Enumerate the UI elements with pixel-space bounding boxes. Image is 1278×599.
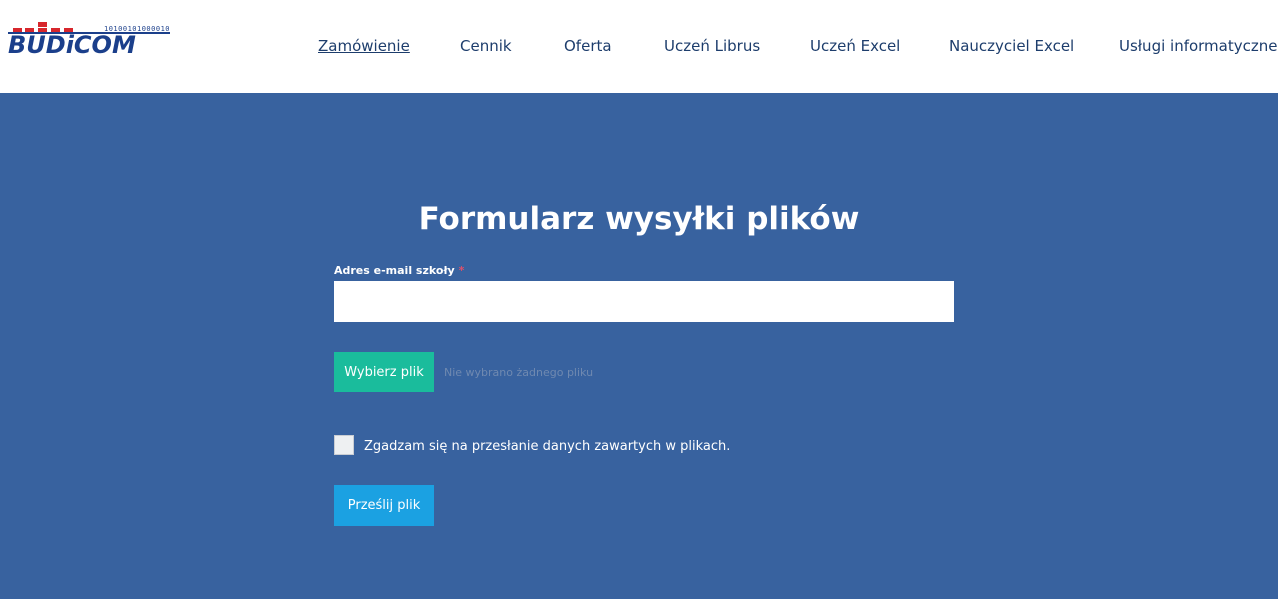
nav-item-uslugi-informatyczne[interactable]: Usługi informatyczne	[1119, 36, 1277, 56]
submit-file-button[interactable]: Prześlij plik	[334, 485, 434, 526]
logo-red-block	[38, 22, 47, 27]
consent-label[interactable]: Zgadzam się na przesłanie danych zawarty…	[364, 438, 730, 455]
main-nav: Zamówienie Cennik Oferta Uczeń Librus Uc…	[0, 36, 1278, 56]
upload-form-section: Formularz wysyłki plików Adres e-mail sz…	[0, 93, 1278, 599]
email-field[interactable]	[334, 281, 954, 322]
nav-item-uczen-excel[interactable]: Uczeń Excel	[810, 36, 900, 56]
nav-item-cennik[interactable]: Cennik	[460, 36, 512, 56]
email-field-label: Adres e-mail szkoły *	[334, 264, 464, 278]
page-title: Formularz wysyłki plików	[418, 201, 860, 237]
consent-checkbox[interactable]	[334, 435, 354, 455]
nav-item-nauczyciel-excel[interactable]: Nauczyciel Excel	[949, 36, 1074, 56]
choose-file-button[interactable]: Wybierz plik	[334, 352, 434, 392]
required-asterisk: *	[458, 264, 465, 277]
email-label-text: Adres e-mail szkoły	[334, 264, 455, 277]
site-header: 10100101000010 BUDiCOM Zamówienie Cennik…	[0, 0, 1278, 93]
nav-item-zamowienie[interactable]: Zamówienie	[318, 36, 410, 56]
file-status-text: Nie wybrano żadnego pliku	[444, 366, 594, 379]
nav-item-oferta[interactable]: Oferta	[564, 36, 612, 56]
nav-item-uczen-librus[interactable]: Uczeń Librus	[664, 36, 760, 56]
